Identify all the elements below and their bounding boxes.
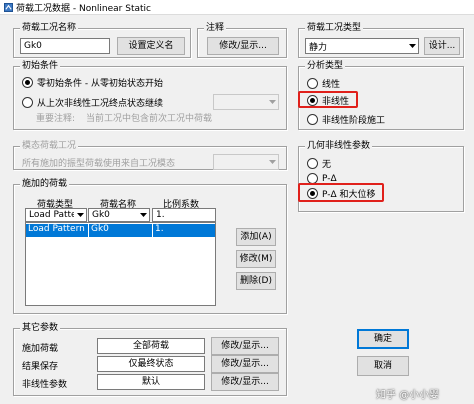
initial-note-label: 重要注释: [36, 114, 76, 124]
scale-factor-input[interactable]: 1. [152, 208, 216, 222]
load-type-value: Load Pattern [29, 210, 74, 220]
geometric-large-disp-label: P-Δ 和大位移 [322, 190, 376, 200]
case-name-legend: 荷载工况名称 [20, 22, 79, 34]
load-name-select[interactable]: Gk0 [88, 208, 150, 222]
modal-case-text: 所有施加的振型荷载使用来自工况模态 [22, 159, 176, 169]
loads-list-row-type[interactable]: Load Pattern [26, 224, 88, 237]
load-type-select[interactable]: Load Pattern [25, 208, 87, 222]
nonlinear-params-label: 非线性参数 [22, 380, 68, 390]
case-type-legend: 荷载工况类型 [305, 22, 364, 34]
radio-circle[interactable] [22, 77, 33, 88]
radio-circle[interactable] [307, 158, 318, 169]
chevron-down-icon[interactable] [266, 95, 278, 109]
case-type-value: 静力 [309, 42, 328, 53]
geometric-none-radio[interactable]: 无 [307, 157, 331, 170]
ok-button[interactable]: 确定 [357, 329, 409, 349]
cancel-button[interactable]: 取消 [357, 356, 409, 376]
loads-list-row-name[interactable]: Gk0 [89, 224, 152, 237]
apply-loads-label: 施加荷载 [22, 344, 59, 354]
window-title: 荷载工况数据 - Nonlinear Static [16, 3, 151, 14]
case-name-input[interactable]: Gk0 [20, 38, 110, 54]
analysis-type-legend: 分析类型 [305, 60, 346, 72]
analysis-staged-radio[interactable]: 非线性阶段施工 [307, 113, 385, 126]
add-load-button[interactable]: 添加(A) [236, 228, 276, 246]
previous-case-select[interactable] [213, 94, 279, 110]
chevron-down-icon[interactable] [74, 209, 86, 221]
geometric-large-disp-radio[interactable]: P-Δ 和大位移 [307, 187, 376, 200]
analysis-staged-label: 非线性阶段施工 [322, 116, 386, 126]
notes-modify-button[interactable]: 修改/显示... [207, 37, 279, 55]
case-type-select[interactable]: 静力 [305, 38, 419, 54]
initial-zero-label: 零初始条件 - 从零初始状态开始 [37, 79, 163, 89]
geometric-pdelta-label: P-Δ [322, 173, 337, 184]
title-bar: 荷载工况数据 - Nonlinear Static [0, 0, 474, 15]
nonlinear-params-value: 默认 [97, 374, 205, 390]
load-name-value: Gk0 [92, 210, 110, 220]
design-button[interactable]: 设计... [424, 37, 460, 55]
analysis-linear-label: 线性 [322, 80, 341, 90]
chevron-down-icon[interactable] [137, 209, 149, 221]
loads-list-row-scale[interactable]: 1. [153, 224, 215, 237]
radio-circle[interactable] [307, 78, 318, 89]
apply-loads-value: 全部荷载 [97, 338, 205, 354]
initial-continue-radio[interactable]: 从上次非线性工况终点状态继续 [22, 96, 163, 109]
results-saved-modify-button[interactable]: 修改/显示... [211, 355, 279, 373]
loads-applied-legend: 施加的荷载 [20, 178, 70, 190]
set-def-name-button[interactable]: 设置定义名 [117, 37, 185, 55]
modify-load-button[interactable]: 修改(M) [236, 250, 276, 268]
loads-list[interactable]: Load Pattern Gk0 1. [25, 222, 216, 306]
other-params-legend: 其它参数 [20, 322, 61, 334]
radio-dot [310, 98, 315, 103]
geometric-legend: 几何非线性参数 [305, 140, 373, 152]
analysis-nonlinear-radio[interactable]: 非线性 [307, 94, 349, 107]
modal-case-legend: 模态荷载工况 [20, 140, 79, 152]
initial-conditions-legend: 初始条件 [20, 60, 61, 72]
analysis-nonlinear-label: 非线性 [322, 97, 350, 107]
app-icon [4, 2, 13, 12]
initial-note-text: 当前工况中包含前次工况中荷载 [86, 114, 213, 124]
initial-continue-label: 从上次非线性工况终点状态继续 [37, 99, 164, 109]
notes-legend: 注释 [204, 22, 227, 34]
radio-circle[interactable] [307, 114, 318, 125]
radio-circle[interactable] [307, 188, 318, 199]
radio-circle[interactable] [22, 97, 33, 108]
watermark: 知乎 @小小婴 [376, 390, 440, 401]
geometric-none-label: 无 [322, 160, 332, 170]
radio-circle[interactable] [307, 95, 318, 106]
initial-zero-radio[interactable]: 零初始条件 - 从零初始状态开始 [22, 76, 163, 89]
apply-loads-modify-button[interactable]: 修改/显示... [211, 337, 279, 355]
nonlinear-params-modify-button[interactable]: 修改/显示... [211, 373, 279, 391]
modal-case-select[interactable] [213, 154, 279, 170]
delete-load-button[interactable]: 删除(D) [236, 272, 276, 290]
chevron-down-icon[interactable] [266, 155, 278, 169]
radio-dot [310, 191, 315, 196]
results-saved-label: 结果保存 [22, 362, 59, 372]
results-saved-value: 仅最终状态 [97, 356, 205, 372]
radio-dot [25, 80, 30, 85]
chevron-down-icon[interactable] [406, 39, 418, 53]
analysis-linear-radio[interactable]: 线性 [307, 77, 340, 90]
